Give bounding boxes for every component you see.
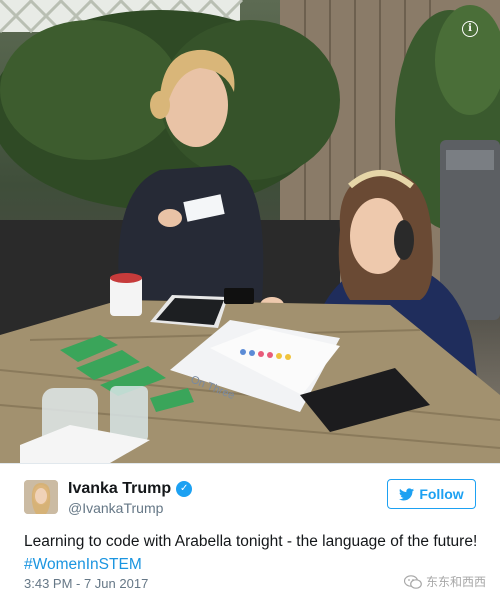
tweet-body: Learning to code with Arabella tonight -… xyxy=(24,533,478,550)
follow-button[interactable]: Follow xyxy=(387,479,476,509)
display-name[interactable]: Ivanka Trump xyxy=(68,480,171,498)
tweet-text: Learning to code with Arabella tonight -… xyxy=(24,530,484,576)
watermark: 东东和西西 xyxy=(403,573,486,590)
hashtag-link[interactable]: #WomenInSTEM xyxy=(24,556,142,573)
tweet-photo[interactable]: On Three i xyxy=(0,0,500,463)
watermark-text: 东东和西西 xyxy=(425,575,486,589)
tweet-card: Ivanka Trump ✓ @IvankaTrump Follow Learn… xyxy=(0,463,500,601)
twitter-bird-icon xyxy=(399,487,415,500)
verified-badge-icon: ✓ xyxy=(176,481,193,497)
wechat-icon xyxy=(403,574,422,589)
photo-illustration: On Three xyxy=(0,0,500,463)
tweet-timestamp[interactable]: 3:43 PM - 7 Jun 2017 xyxy=(24,576,148,591)
user-handle[interactable]: @IvankaTrump xyxy=(68,500,163,516)
avatar[interactable] xyxy=(24,480,58,514)
follow-label: Follow xyxy=(419,486,464,502)
info-icon[interactable]: i xyxy=(462,21,478,37)
avatar-image xyxy=(24,480,58,514)
